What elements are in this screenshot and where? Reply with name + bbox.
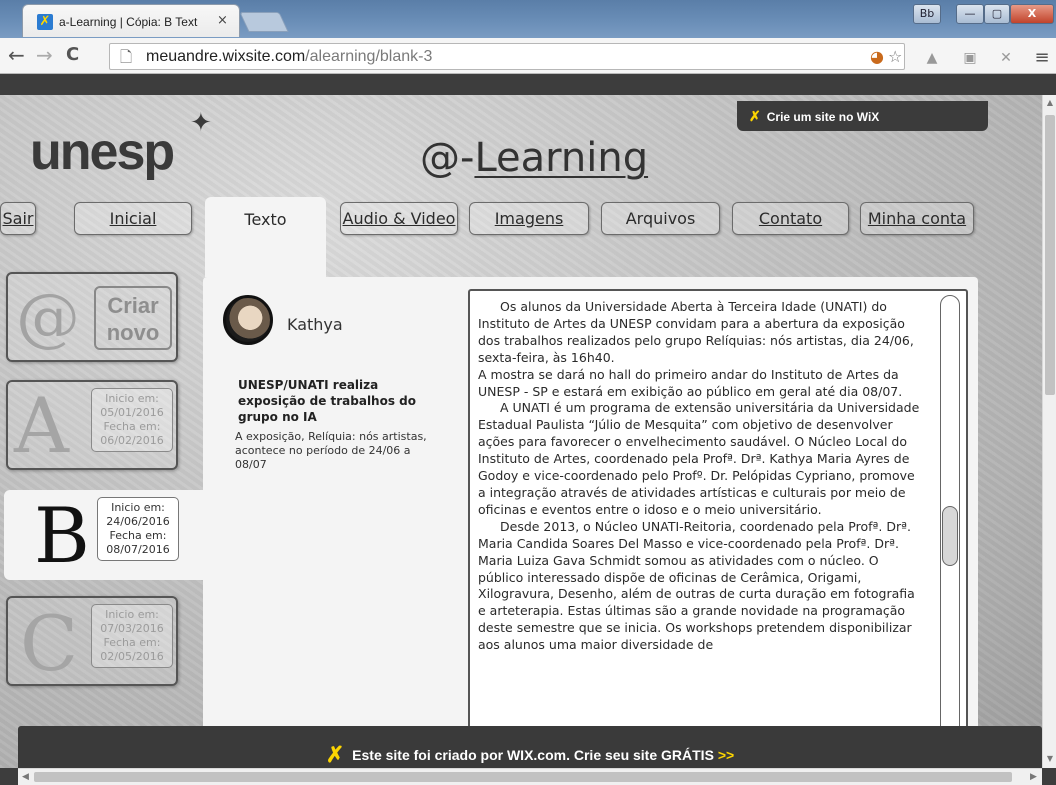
browser-toolbar: ← → C 🗋 meuandre.wixsite.com/alearning/b…: [0, 38, 1056, 74]
nav-contato[interactable]: Contato: [732, 202, 849, 235]
article-textbox[interactable]: Os alunos da Universidade Aberta à Terce…: [468, 289, 968, 768]
nav-minha-conta[interactable]: Minha conta: [860, 202, 974, 235]
forward-arrow-icon[interactable]: →: [36, 45, 53, 65]
minimize-button[interactable]: —: [956, 4, 984, 24]
star-icon[interactable]: ☆: [888, 48, 902, 66]
create-new-card[interactable]: @ Criar novo: [6, 272, 178, 362]
course-dates: Inicio em: 07/03/2016 Fecha em: 02/05/2016: [91, 604, 173, 668]
post-summary-body: A exposição, Relíquia: nós artistas, aco…: [235, 430, 427, 471]
tab-title: a-Learning | Cópia: B Text: [59, 15, 198, 29]
gutter: [0, 768, 18, 785]
horizontal-scrollbar[interactable]: ◀ ▶: [18, 768, 1042, 785]
page-icon: 🗋: [120, 48, 133, 66]
nav-sair[interactable]: Sair: [0, 202, 36, 235]
extension-icon[interactable]: ▲: [922, 50, 942, 66]
post-summary-title[interactable]: UNESP/UNATI realiza exposição de trabalh…: [238, 377, 428, 425]
maximize-button[interactable]: ▢: [984, 4, 1010, 24]
unesp-logo[interactable]: unesp: [30, 122, 175, 182]
nav-texto[interactable]: Texto: [205, 197, 326, 277]
scroll-up-icon[interactable]: ▲: [1043, 97, 1056, 109]
wix-icon: ✗: [749, 108, 761, 124]
tab-close-icon[interactable]: ×: [217, 13, 228, 29]
article-text: Os alunos da Universidade Aberta à Terce…: [478, 299, 920, 653]
browser-tab[interactable]: ✗ a-Learning | Cópia: B Text ×: [22, 4, 240, 37]
wix-ribbon[interactable]: ✗ Crie um site no WiX: [737, 101, 988, 131]
nav-inicial[interactable]: Inicial: [74, 202, 192, 235]
horizontal-scroll-thumb[interactable]: [34, 772, 1012, 782]
course-letter: C: [20, 599, 79, 688]
scroll-left-icon[interactable]: ◀: [22, 771, 29, 783]
wix-banner-text: Este site foi criado por WIX.com. Crie s…: [352, 747, 714, 763]
user-profile-button[interactable]: Bb: [913, 4, 941, 24]
content-panel: Kathya UNESP/UNATI realiza exposição de …: [203, 277, 978, 768]
browser-titlebar: ✗ a-Learning | Cópia: B Text × Bb — ▢ X: [0, 0, 1056, 38]
course-dates: Inicio em: 24/06/2016 Fecha em: 08/07/2016: [97, 497, 179, 561]
extension-icon[interactable]: ▣: [960, 50, 980, 66]
author-name: Kathya: [287, 315, 343, 334]
course-dates: Inicio em: 05/01/2016 Fecha em: 06/02/2016: [91, 388, 173, 452]
wix-banner[interactable]: ✗ Este site foi criado por WIX.com. Crie…: [18, 726, 1042, 768]
wix-ribbon-text: Crie um site no WiX: [766, 110, 880, 124]
extension-cookie-icon[interactable]: ◕: [870, 48, 884, 66]
course-letter: A: [14, 381, 69, 470]
new-tab-button[interactable]: [239, 12, 289, 32]
create-new-button[interactable]: Criar novo: [94, 286, 172, 350]
scroll-down-icon[interactable]: ▼: [1043, 753, 1056, 765]
site-title-link[interactable]: Learning: [474, 135, 648, 181]
nav-audio-video[interactable]: Audio & Video: [340, 202, 458, 235]
scroll-right-icon[interactable]: ▶: [1030, 771, 1037, 783]
menu-icon[interactable]: ≡: [1032, 49, 1052, 67]
article-scroll-thumb[interactable]: [942, 506, 958, 566]
wix-icon: ✗: [325, 742, 345, 767]
course-letter: B: [34, 491, 90, 580]
vertical-scrollbar[interactable]: ▲ ▼: [1042, 95, 1056, 768]
extension-icon[interactable]: ✕: [996, 50, 1016, 66]
nav-imagens[interactable]: Imagens: [469, 202, 589, 235]
course-card-b[interactable]: B Inicio em: 24/06/2016 Fecha em: 08/07/20…: [4, 490, 203, 580]
close-window-button[interactable]: X: [1010, 4, 1054, 24]
course-card-a[interactable]: A Inicio em: 05/01/2016 Fecha em: 06/02/20…: [6, 380, 178, 470]
article-scrollbar[interactable]: [940, 295, 960, 768]
course-card-c[interactable]: C Inicio em: 07/03/2016 Fecha em: 02/05/20…: [6, 596, 178, 686]
address-bar[interactable]: 🗋 meuandre.wixsite.com/alearning/blank-3…: [109, 43, 905, 70]
site-title: @-Learning: [420, 135, 649, 181]
avatar: [223, 295, 273, 345]
at-sign-icon: @: [16, 281, 80, 355]
back-arrow-icon[interactable]: ←: [8, 45, 25, 65]
url-text: meuandre.wixsite.com/alearning/blank-3: [146, 48, 433, 65]
wix-favicon-icon: ✗: [37, 14, 53, 30]
unesp-logo-mark-icon: ✦: [190, 108, 212, 138]
vertical-scroll-thumb[interactable]: [1045, 115, 1055, 395]
nav-arquivos[interactable]: Arquivos: [601, 202, 720, 235]
page-viewport: ✗ Crie um site no WiX unesp ✦ @-Learning …: [0, 95, 1042, 768]
wix-banner-arrow: >>: [717, 747, 735, 763]
reload-icon[interactable]: C: [66, 45, 79, 65]
